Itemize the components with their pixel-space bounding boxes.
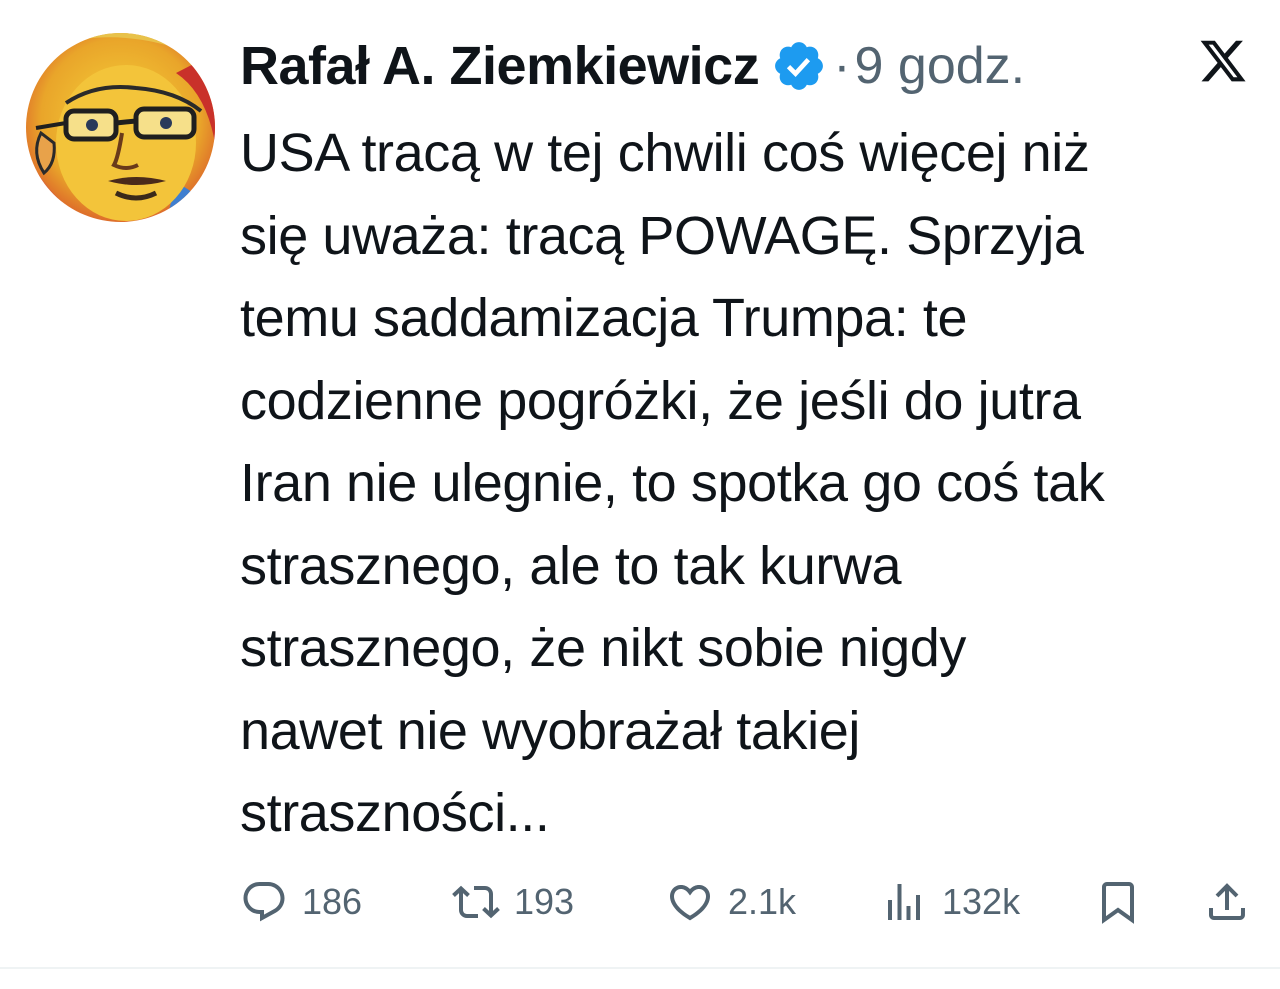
reply-button[interactable]: 186 — [240, 872, 362, 932]
views-count: 132k — [942, 881, 1021, 922]
reply-icon — [240, 878, 288, 926]
x-logo-icon[interactable] — [1197, 36, 1249, 86]
verified-badge-icon[interactable] — [771, 38, 827, 94]
action-bar: 186 193 2.1k 132k — [0, 872, 1280, 932]
views-icon — [880, 878, 928, 926]
heart-icon — [666, 878, 714, 926]
tweet-text: USA tracą w tej chwili coś więcej niż si… — [240, 123, 1105, 843]
timestamp[interactable]: 9 godz. — [855, 36, 1026, 96]
avatar[interactable] — [26, 33, 215, 222]
like-count: 2.1k — [728, 881, 797, 922]
views-button[interactable]: 132k — [880, 872, 1020, 932]
repost-button[interactable]: 193 — [452, 872, 574, 932]
share-icon — [1203, 878, 1251, 926]
bookmark-button[interactable] — [1094, 872, 1142, 932]
like-button[interactable]: 2.1k — [666, 872, 796, 932]
reply-count: 186 — [302, 881, 363, 922]
separator-dot: · — [833, 37, 851, 95]
bookmark-icon — [1094, 878, 1142, 926]
repost-count: 193 — [514, 881, 575, 922]
share-button[interactable] — [1203, 872, 1251, 932]
repost-icon — [452, 878, 500, 926]
author-display-name[interactable]: Rafał A. Ziemkiewicz — [240, 35, 760, 97]
tweet: Rafał A. Ziemkiewicz · 9 godz. USA tracą… — [0, 0, 1280, 969]
tweet-header: Rafał A. Ziemkiewicz · 9 godz. — [240, 28, 1025, 104]
